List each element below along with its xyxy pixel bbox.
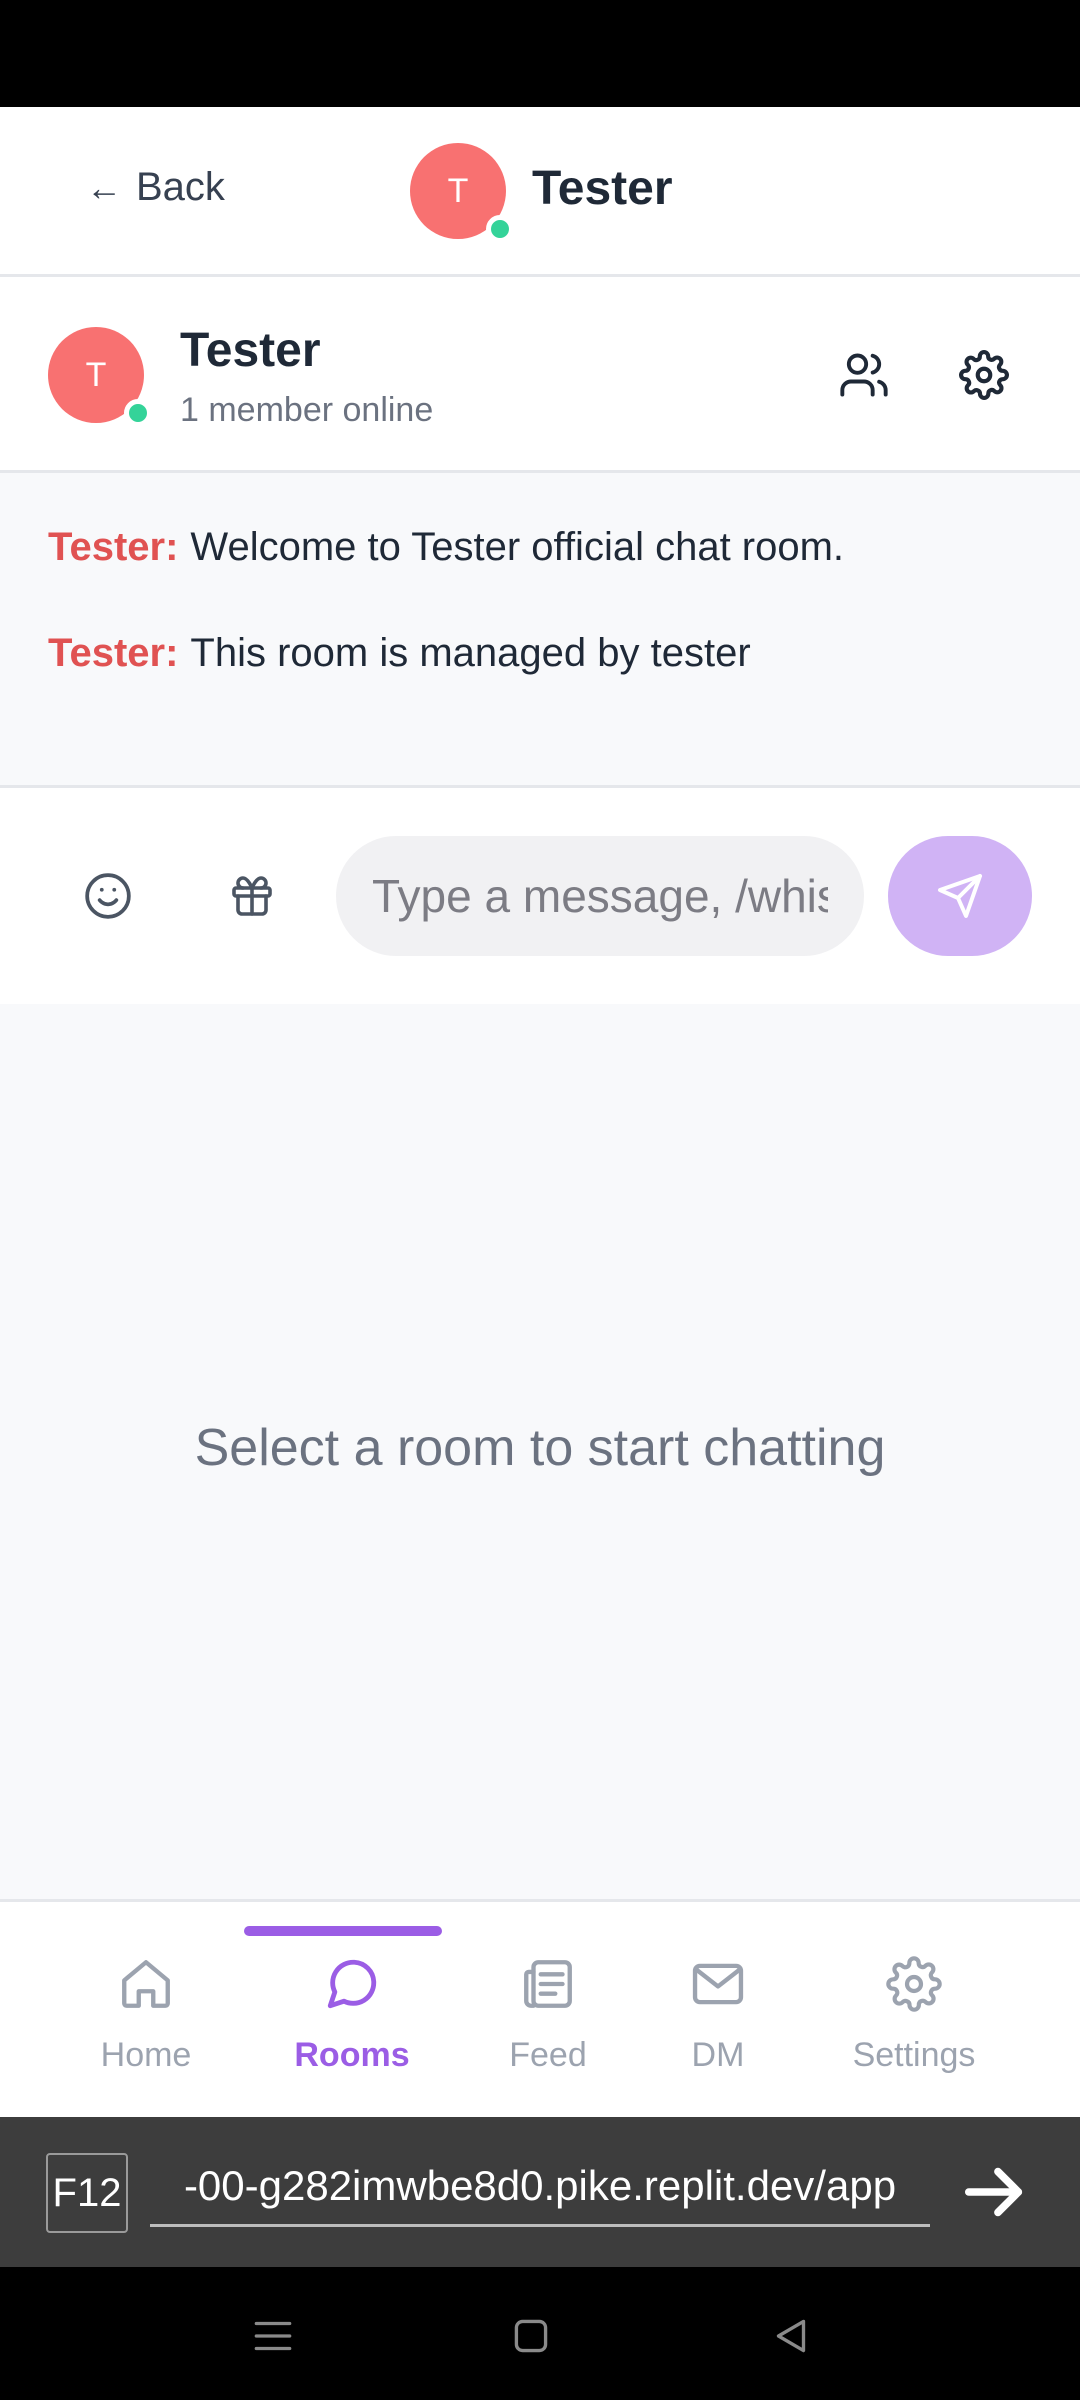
nav-dm-label: DM xyxy=(691,2036,745,2074)
home-button-icon[interactable] xyxy=(506,2311,556,2361)
chat-bubble-icon xyxy=(327,1959,377,2009)
gift-icon xyxy=(232,876,272,916)
nav-dm[interactable]: DM xyxy=(628,1952,808,2092)
nav-home[interactable]: Home xyxy=(56,1952,236,2092)
system-nav-bar xyxy=(0,2267,1080,2400)
message-input[interactable] xyxy=(336,836,864,956)
nav-settings-label: Settings xyxy=(852,2036,976,2074)
gear-icon xyxy=(959,350,1009,400)
message-sender[interactable]: Tester: xyxy=(48,525,178,569)
nav-rooms[interactable]: Rooms xyxy=(262,1952,442,2092)
message-composer xyxy=(0,788,1080,1004)
nav-home-label: Home xyxy=(100,2036,192,2074)
nav-rooms-label: Rooms xyxy=(294,2036,410,2074)
room-name: Tester xyxy=(180,324,321,377)
send-button[interactable] xyxy=(888,836,1032,956)
gift-button[interactable] xyxy=(214,858,290,934)
gear-icon xyxy=(886,1956,942,2012)
users-icon xyxy=(840,353,888,397)
room-avatar: T xyxy=(48,327,152,427)
message-text: This room is managed by tester xyxy=(190,631,751,675)
avatar: T xyxy=(410,143,514,243)
message-sender[interactable]: Tester: xyxy=(48,631,178,675)
app-screen: ← Back T Tester T Tester 1 member online xyxy=(0,0,1080,2400)
url-text: -00-g282imwbe8d0.pike.replit.dev/app xyxy=(183,2161,897,2209)
arrow-right-icon[interactable] xyxy=(960,2157,1030,2227)
message-item: Tester: This room is managed by tester xyxy=(48,631,751,676)
back-label: Back xyxy=(136,165,225,209)
url-field[interactable]: -00-g282imwbe8d0.pike.replit.dev/app xyxy=(150,2147,930,2227)
message-item: Tester: Welcome to Tester official chat r… xyxy=(48,525,844,570)
emoji-button[interactable] xyxy=(70,858,146,934)
avatar-initial: T xyxy=(447,171,469,210)
nav-settings[interactable]: Settings xyxy=(824,1952,1004,2092)
online-indicator xyxy=(486,215,514,243)
message-text: Welcome to Tester official chat room. xyxy=(190,525,845,569)
nav-feed-label: Feed xyxy=(509,2036,587,2074)
browser-url-bar: F12 -00-g282imwbe8d0.pike.replit.dev/app xyxy=(0,2117,1080,2267)
page-title: Tester xyxy=(532,162,673,215)
room-member-status: 1 member online xyxy=(180,391,434,429)
mail-icon xyxy=(692,1963,744,2005)
room-settings-button[interactable] xyxy=(946,337,1022,413)
back-triangle-icon[interactable] xyxy=(766,2311,816,2361)
active-tab-indicator xyxy=(244,1926,442,1936)
f12-button[interactable]: F12 xyxy=(46,2153,128,2233)
empty-state: Select a room to start chatting xyxy=(0,1004,1080,1899)
room-info-bar: T Tester 1 member online xyxy=(0,277,1080,473)
bottom-nav: Home Rooms Feed DM Settings xyxy=(0,1899,1080,2117)
room-avatar-initial: T xyxy=(85,355,107,394)
status-bar xyxy=(0,0,1080,107)
top-header: ← Back T Tester xyxy=(0,107,1080,277)
members-button[interactable] xyxy=(826,337,902,413)
empty-state-text: Select a room to start chatting xyxy=(194,1419,886,1477)
send-icon xyxy=(938,874,982,918)
recent-apps-icon[interactable] xyxy=(248,2311,298,2361)
newspaper-icon xyxy=(524,1960,572,2008)
smile-icon xyxy=(85,873,131,919)
back-button[interactable]: ← Back xyxy=(86,165,225,210)
nav-feed[interactable]: Feed xyxy=(458,1952,638,2092)
home-icon xyxy=(122,1960,170,2008)
message-list: Tester: Welcome to Tester official chat r… xyxy=(0,473,1080,788)
online-indicator xyxy=(124,399,152,427)
back-arrow-icon: ← xyxy=(86,166,122,208)
